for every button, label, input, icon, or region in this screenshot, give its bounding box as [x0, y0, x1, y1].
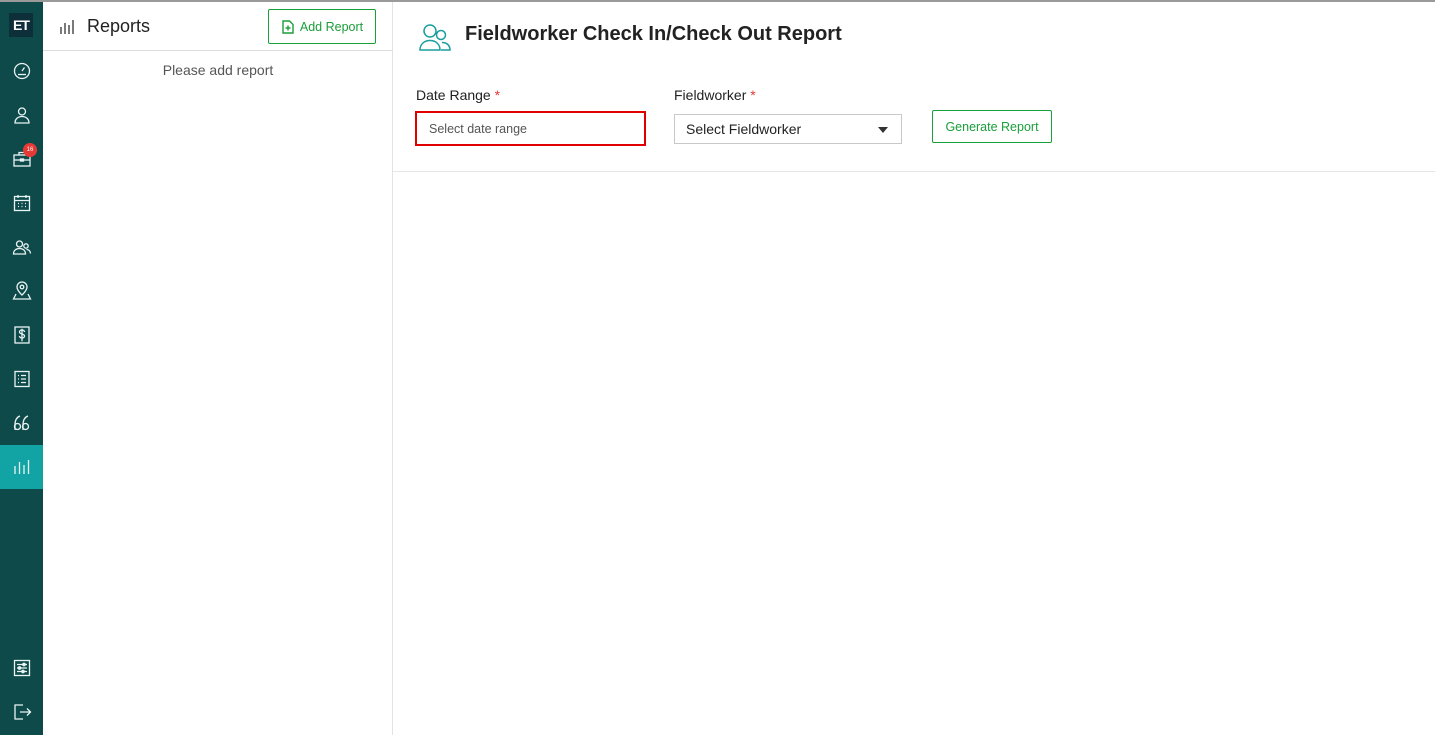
- nav-lists[interactable]: [0, 357, 43, 401]
- nav-customers[interactable]: [0, 93, 43, 137]
- nav-quotes[interactable]: [0, 401, 43, 445]
- nav-locations[interactable]: [0, 269, 43, 313]
- fieldworker-select[interactable]: Select Fieldworker: [674, 114, 902, 144]
- app-logo[interactable]: ET: [9, 13, 33, 37]
- reports-icon: [13, 460, 29, 474]
- logout-icon: [13, 704, 31, 720]
- caret-down-icon: [878, 127, 888, 133]
- left-nav-rail: ET 16: [0, 2, 43, 735]
- list-icon: [13, 370, 30, 388]
- settings-sliders-icon: [13, 659, 30, 677]
- add-file-icon: [282, 19, 294, 34]
- fieldworkers-icon: [418, 22, 452, 52]
- calendar-icon: [13, 195, 30, 212]
- nav-dashboard[interactable]: [0, 49, 43, 93]
- map-pin-icon: [11, 281, 32, 300]
- nav-settings[interactable]: [0, 646, 43, 690]
- dashboard-icon: [13, 62, 30, 80]
- reports-panel: Reports Add Report Please add report: [43, 2, 393, 735]
- nav-jobs[interactable]: 16: [0, 137, 43, 181]
- fieldworker-select-value: Select Fieldworker: [686, 121, 802, 137]
- page-title: Fieldworker Check In/Check Out Report: [465, 23, 842, 45]
- generate-report-button[interactable]: Generate Report: [932, 110, 1052, 143]
- main-content: Fieldworker Check In/Check Out Report Da…: [393, 2, 1435, 735]
- user-icon: [13, 107, 30, 124]
- reports-panel-title: Reports: [87, 16, 151, 36]
- jobs-badge: 16: [23, 143, 37, 157]
- nav-calendar[interactable]: [0, 181, 43, 225]
- date-range-label: Date Range *: [416, 87, 501, 103]
- nav-reports[interactable]: [0, 445, 43, 489]
- nav-team[interactable]: [0, 225, 43, 269]
- team-icon: [12, 240, 31, 255]
- nav-logout[interactable]: [0, 690, 43, 734]
- report-filter-form: Date Range * Fieldworker * Select Fieldw…: [393, 74, 1435, 172]
- reports-panel-header: Reports Add Report: [43, 2, 393, 51]
- required-marker: *: [750, 87, 756, 103]
- app-root: ET 16 Reports Add Report Please add repo…: [0, 0, 1435, 735]
- top-border: [0, 0, 1435, 2]
- required-marker: *: [494, 87, 501, 103]
- add-report-label: Add Report: [299, 19, 364, 34]
- reports-icon: [59, 18, 77, 36]
- fieldworker-label: Fieldworker *: [674, 87, 756, 103]
- empty-reports-message: Please add report: [162, 62, 274, 78]
- add-report-button[interactable]: Add Report: [268, 9, 376, 44]
- dollar-icon: [13, 326, 30, 344]
- nav-invoices[interactable]: [0, 313, 43, 357]
- page-header: Fieldworker Check In/Check Out Report: [393, 2, 1435, 74]
- quote-icon: [13, 415, 29, 431]
- date-range-input[interactable]: [415, 111, 646, 146]
